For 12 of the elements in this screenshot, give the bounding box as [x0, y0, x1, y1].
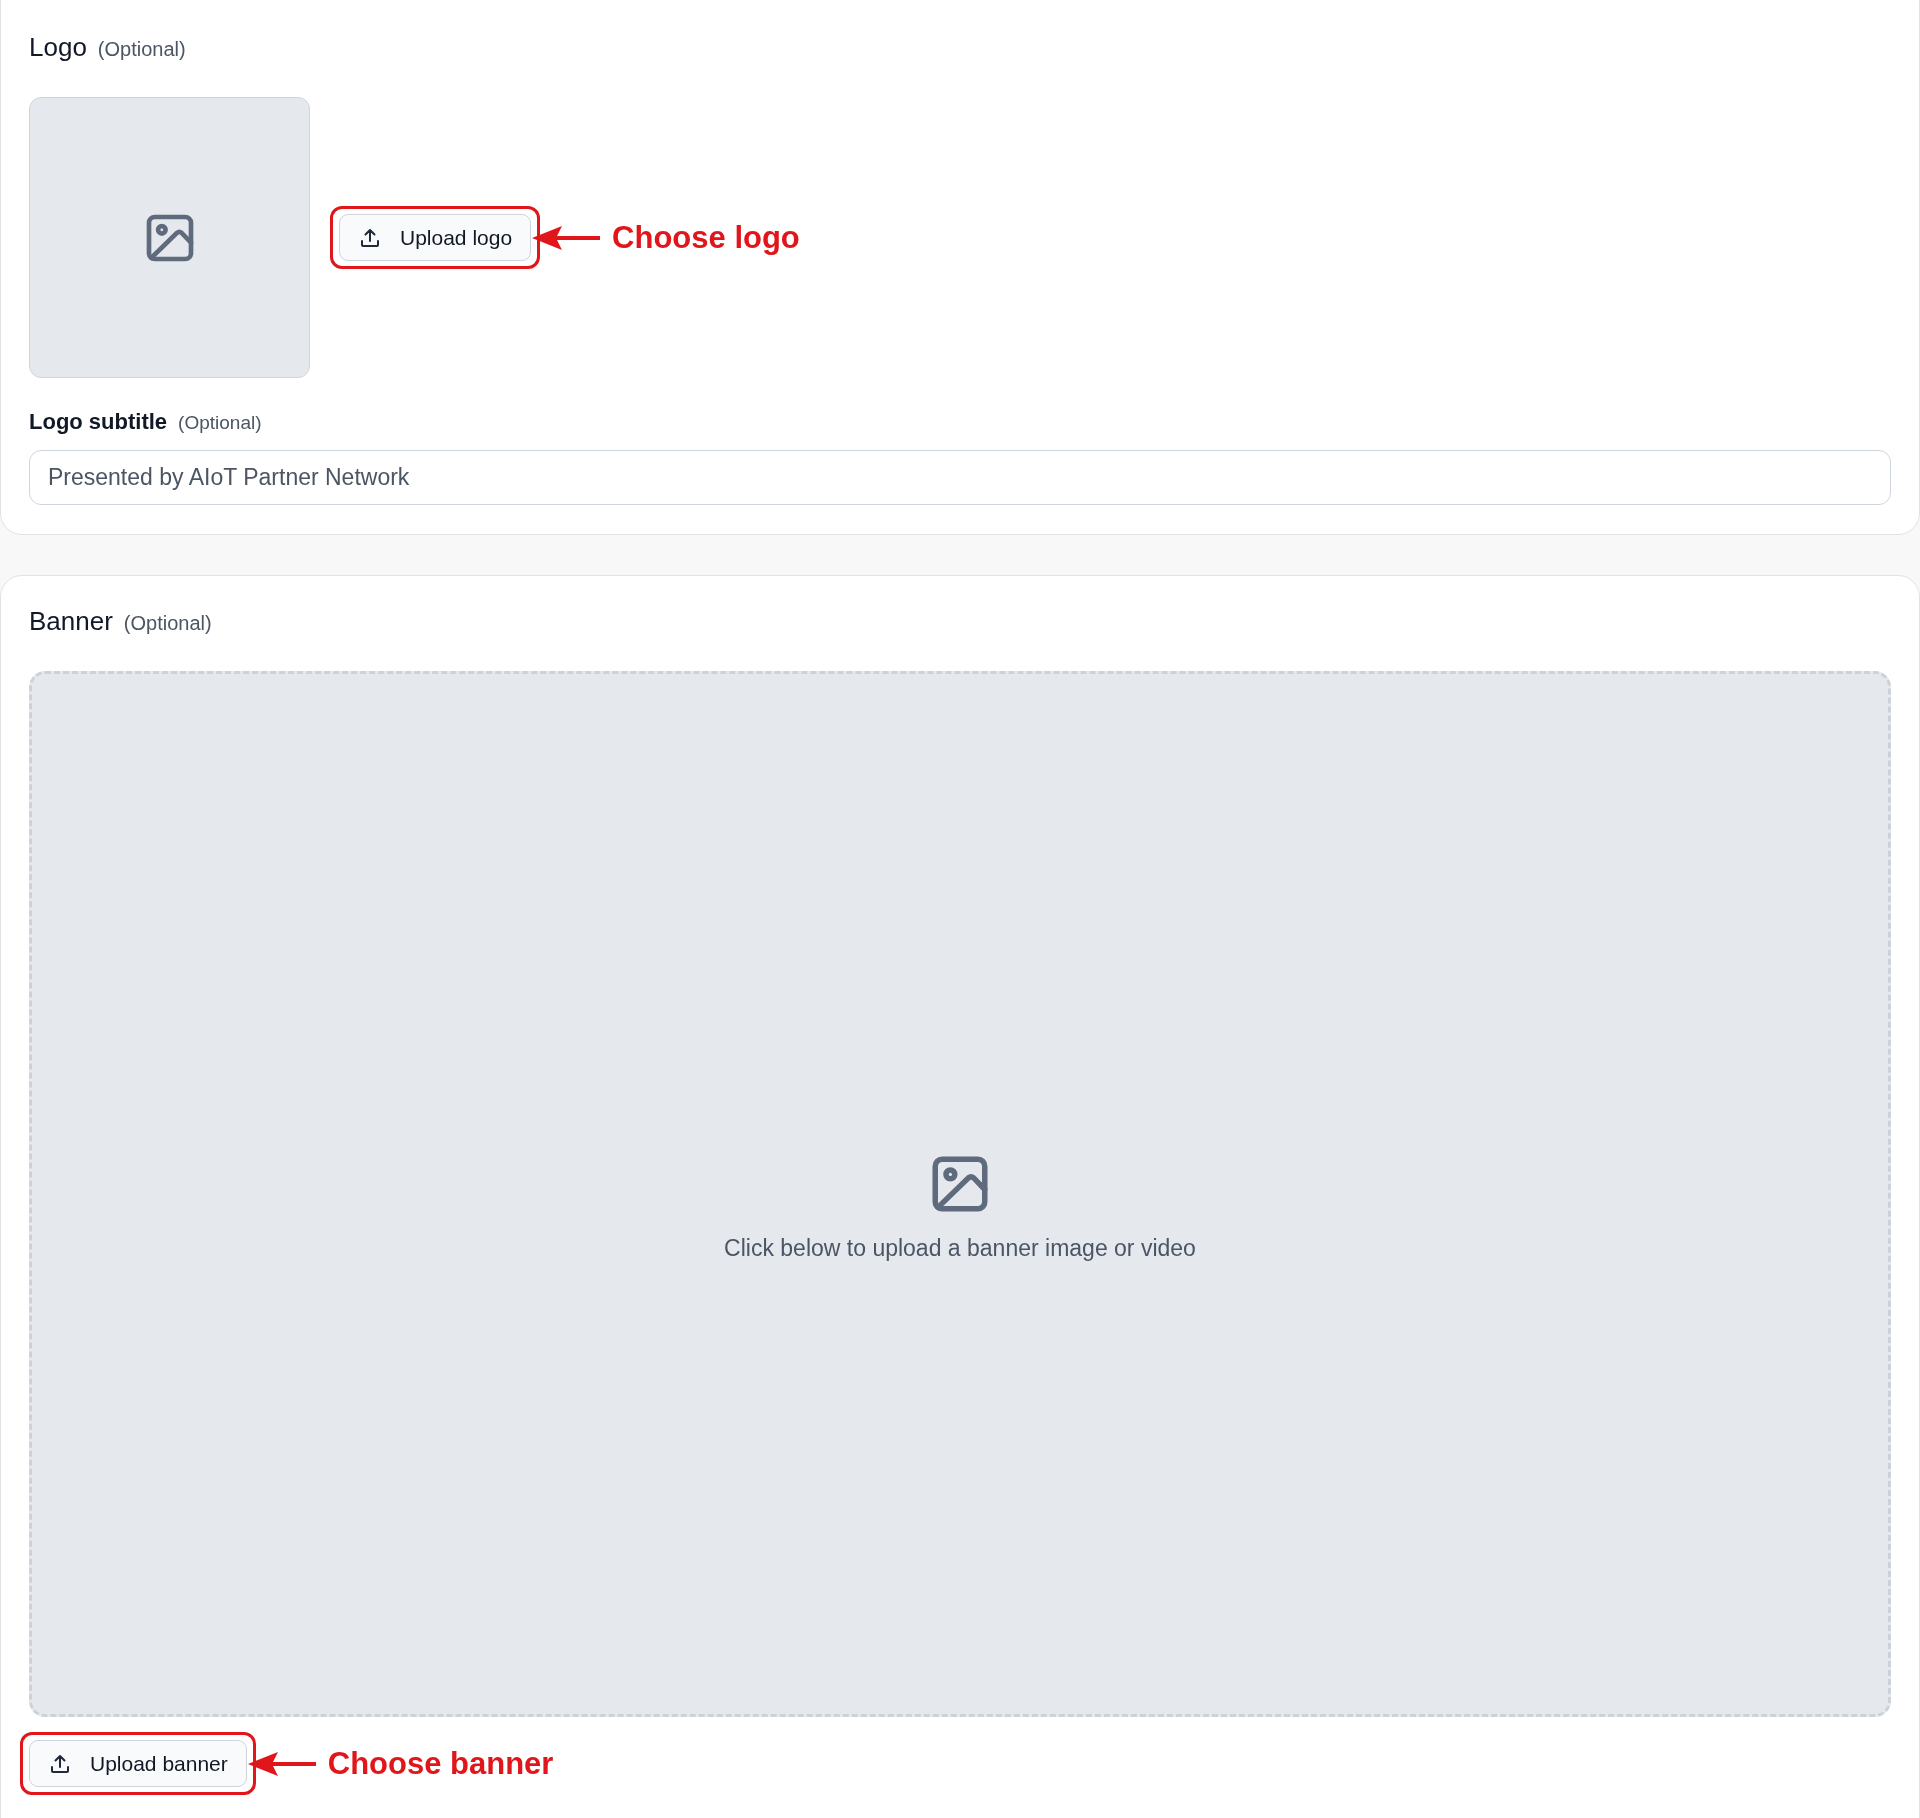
dropzone-hint: Click below to upload a banner image or video — [724, 1234, 1196, 1262]
section-title: Banner — [29, 606, 113, 637]
upload-button[interactable]: Upload logo — [339, 214, 532, 261]
field-label: Logo subtitle — [29, 409, 168, 435]
upload-button[interactable]: Upload banner — [29, 1740, 247, 1787]
section-title: Logo — [29, 32, 87, 63]
text-field[interactable]: Presented by AIoT Partner Network — [29, 450, 1891, 505]
callout-text: Choose banner — [327, 1745, 554, 1782]
optional-note: (Optional) — [123, 612, 212, 635]
optional-note: (Optional) — [178, 412, 262, 434]
optional-note: (Optional) — [97, 38, 186, 61]
callout-text: Choose logo — [612, 219, 800, 256]
